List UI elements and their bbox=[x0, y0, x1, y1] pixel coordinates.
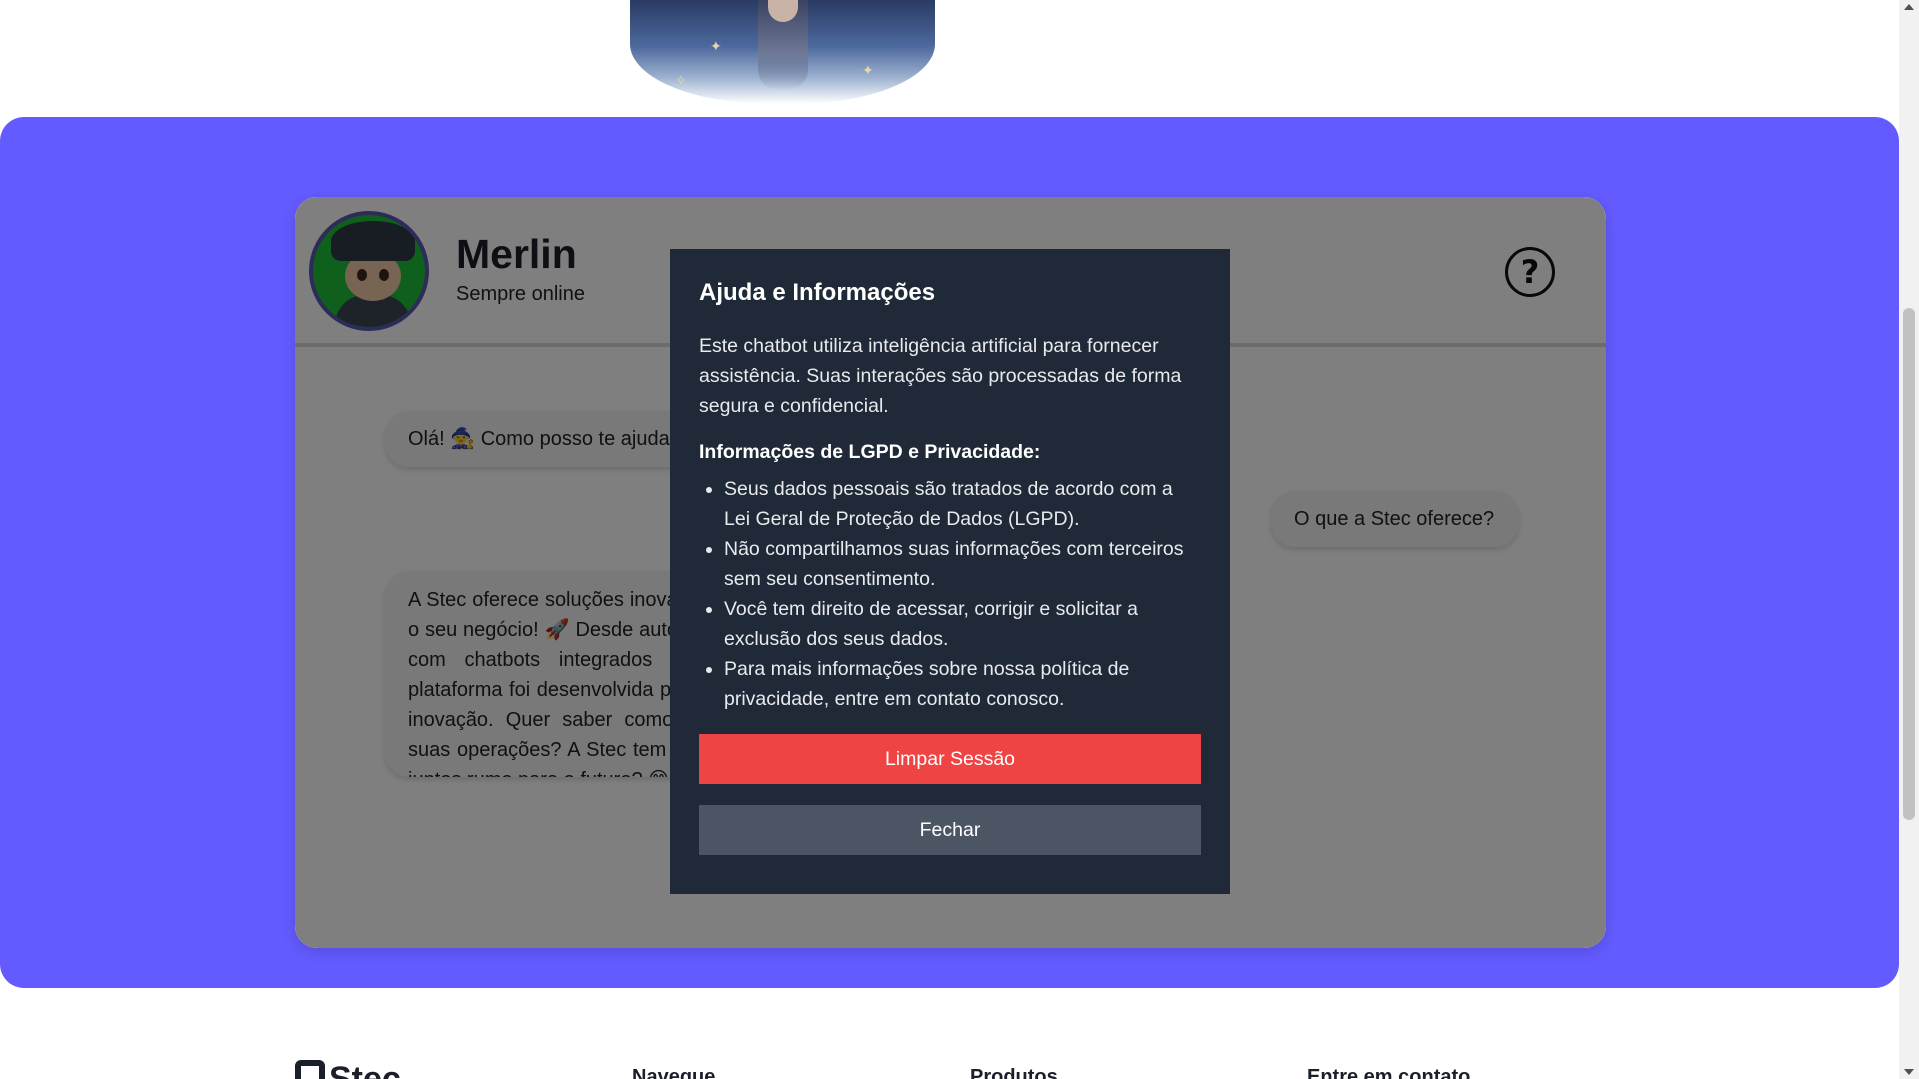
footer-heading-contato: Entre em contato bbox=[1307, 1066, 1471, 1079]
stec-logo-icon bbox=[295, 1060, 325, 1079]
privacy-list-item: Seus dados pessoais são tratados de acor… bbox=[724, 474, 1201, 534]
privacy-list-item: Não compartilhamos suas informações com … bbox=[724, 534, 1201, 594]
footer-logo[interactable]: Stec bbox=[295, 1060, 401, 1079]
star-icon: ✦ bbox=[862, 62, 874, 78]
page: ✦ ✦ ✧ Merlin Sempre online ? Olá! 🧙 Como… bbox=[0, 0, 1919, 1079]
footer-heading-produtos: Produtos bbox=[970, 1066, 1058, 1079]
privacy-list: Seus dados pessoais são tratados de acor… bbox=[699, 474, 1201, 714]
footer: Stec Navegue Produtos Entre em contato bbox=[0, 1040, 1899, 1079]
scroll-down-arrow-icon[interactable] bbox=[1904, 1069, 1914, 1075]
wizard-illustration: ✦ ✦ ✧ bbox=[630, 0, 935, 104]
footer-heading-navegue: Navegue bbox=[632, 1066, 716, 1079]
scrollbar-thumb[interactable] bbox=[1903, 308, 1915, 820]
close-modal-button[interactable]: Fechar bbox=[699, 805, 1201, 855]
help-modal: Ajuda e Informações Este chatbot utiliza… bbox=[670, 249, 1230, 894]
scroll-up-arrow-icon[interactable] bbox=[1904, 4, 1914, 10]
clear-session-button[interactable]: Limpar Sessão bbox=[699, 734, 1201, 784]
star-icon: ✦ bbox=[710, 38, 722, 54]
lgpd-heading: Informações de LGPD e Privacidade: bbox=[699, 441, 1041, 463]
star-icon: ✧ bbox=[675, 72, 687, 88]
modal-intro: Este chatbot utiliza inteligência artifi… bbox=[699, 335, 1182, 417]
modal-title: Ajuda e Informações bbox=[699, 279, 936, 306]
privacy-list-item: Para mais informações sobre nossa políti… bbox=[724, 654, 1201, 714]
page-scrollbar[interactable] bbox=[1899, 0, 1919, 1079]
privacy-list-item: Você tem direito de acessar, corrigir e … bbox=[724, 594, 1201, 654]
